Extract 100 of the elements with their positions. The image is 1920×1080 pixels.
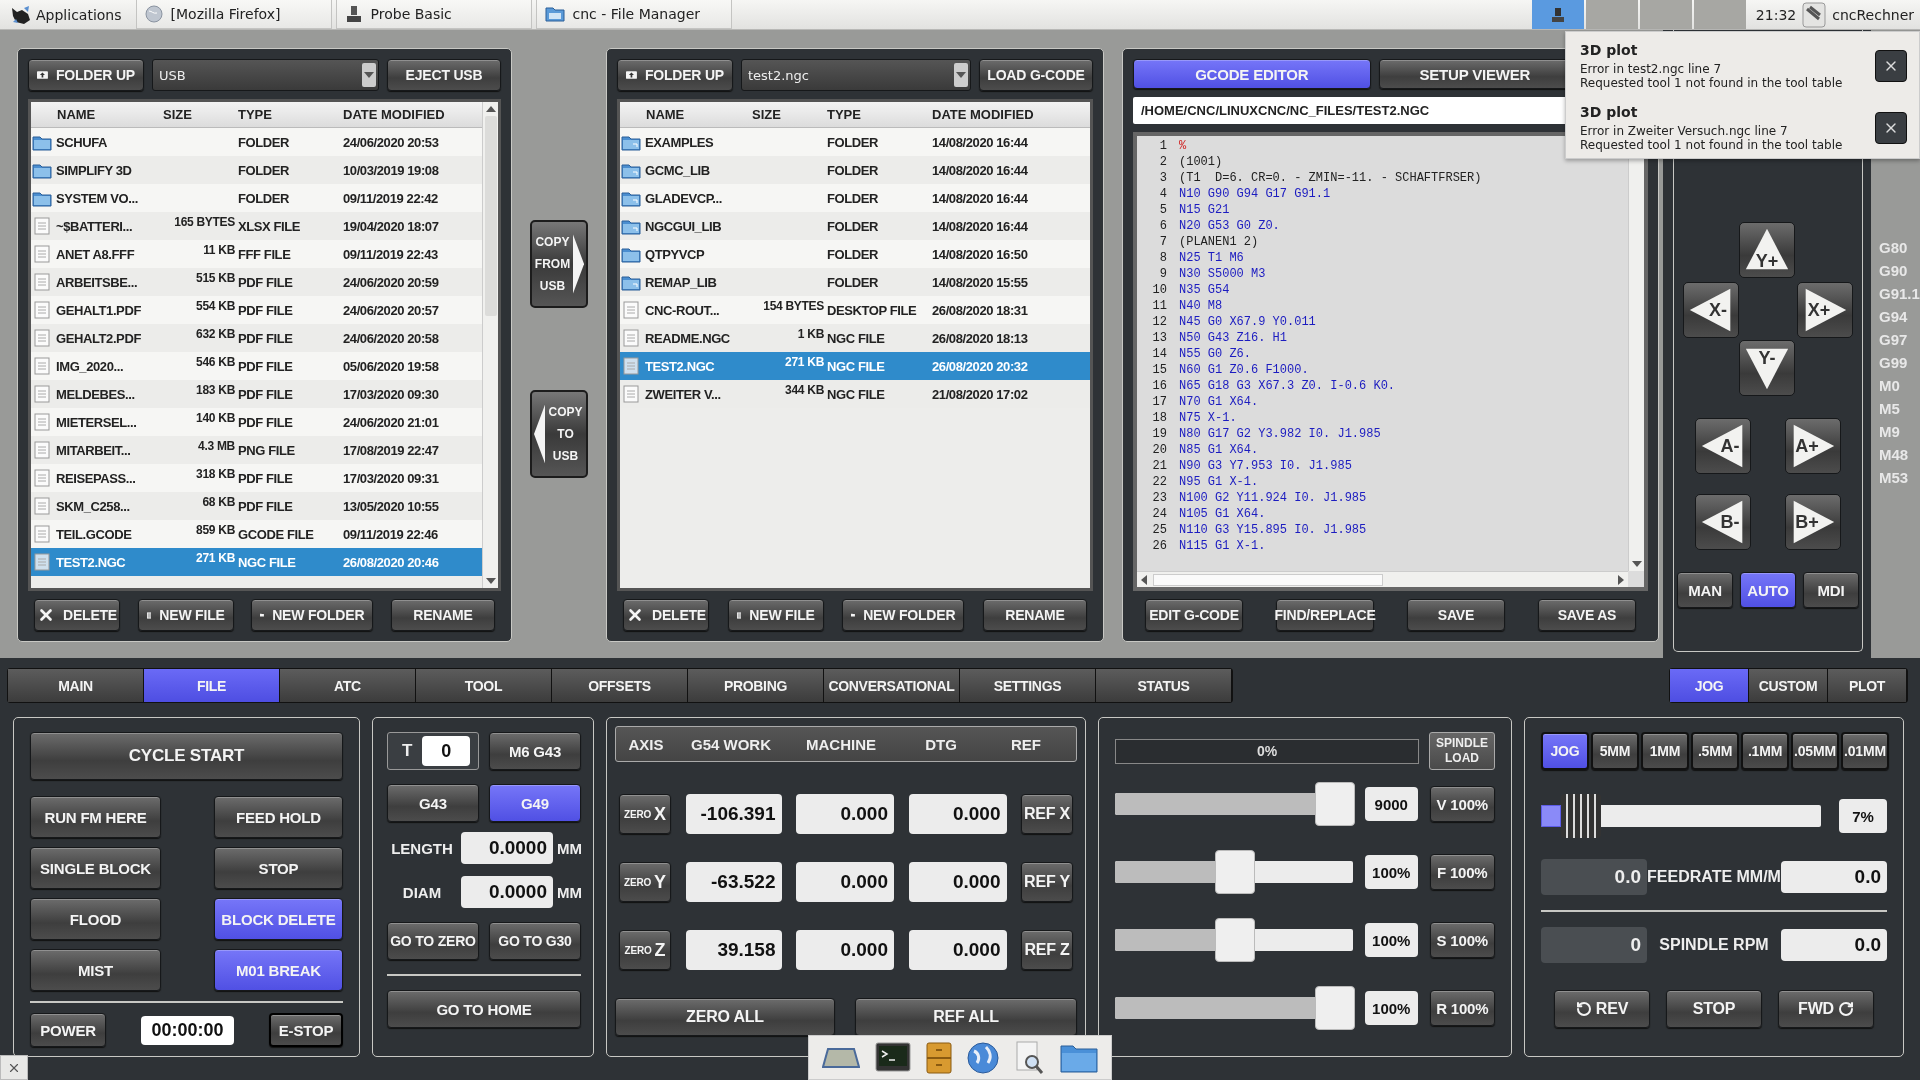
main-tab[interactable]: CONVERSATIONAL [824, 669, 960, 702]
main-tab[interactable]: PROBING [688, 669, 824, 702]
action-button[interactable]: LOAD G-CODE [979, 59, 1093, 91]
side-tab[interactable]: JOG [1670, 669, 1749, 702]
file-action-button[interactable]: NEW FILE [137, 599, 234, 631]
column-header[interactable]: DATE MODIFIED [932, 107, 1090, 122]
main-tab[interactable]: FILE [144, 669, 280, 702]
copy-button[interactable]: COPY TO USB [530, 390, 588, 478]
spindle-button[interactable]: STOP [1666, 990, 1762, 1028]
file-row[interactable]: MIETERSEL... 140 KB PDF FILE 24/06/2020 21:01 [31, 408, 482, 436]
file-row[interactable]: SCHUFA FOLDER 24/06/2020 20:53 [31, 128, 482, 156]
jog-speed-slider[interactable] [1541, 794, 1821, 838]
program-button[interactable]: FLOOD [30, 898, 161, 940]
program-button[interactable]: MIST [30, 949, 161, 991]
editor-button[interactable]: SAVE AS [1538, 599, 1636, 631]
program-button[interactable]: FEED HOLD [214, 796, 343, 838]
jog-increment-button[interactable]: .05MM [1791, 732, 1839, 770]
file-action-button[interactable]: NEW FOLDER [842, 599, 965, 631]
override-reset-button[interactable]: F 100% [1429, 854, 1495, 890]
ref-axis-button[interactable]: REF Y [1021, 862, 1073, 902]
main-tab[interactable]: SETTINGS [960, 669, 1096, 702]
power-button[interactable]: POWER [30, 1013, 106, 1047]
axis-arrow-button[interactable]: A+ [1785, 418, 1841, 474]
override-reset-button[interactable]: V 100% [1429, 786, 1495, 822]
spindle-button[interactable]: REV [1554, 990, 1650, 1028]
jog-increment-button[interactable]: 1MM [1641, 732, 1689, 770]
close-button[interactable] [0, 1055, 28, 1080]
program-button[interactable]: M01 BREAK [214, 949, 343, 991]
zero-axis-button[interactable]: ZERO X [619, 794, 671, 834]
column-header[interactable]: TYPE [827, 107, 929, 122]
column-header[interactable]: DATE MODIFIED [343, 107, 482, 122]
cycle-start-button[interactable]: CYCLE START [30, 732, 343, 780]
copy-button[interactable]: COPY FROM USB [530, 220, 588, 308]
zero-axis-button[interactable]: ZERO Z [619, 930, 671, 970]
override-reset-button[interactable]: S 100% [1429, 922, 1495, 958]
main-tab[interactable]: TOOL [416, 669, 552, 702]
axis-arrow-button[interactable]: Y+ [1739, 222, 1795, 278]
axis-arrow-button[interactable]: X- [1683, 282, 1739, 338]
spindle-load-button[interactable]: SPINDLE LOAD [1429, 732, 1495, 770]
editor-button[interactable]: SAVE [1407, 599, 1505, 631]
file-action-button[interactable]: RENAME [982, 599, 1087, 631]
file-row[interactable]: CNC-ROUT... 154 BYTES DESKTOP FILE 26/08/2020 18:31 [620, 296, 1090, 324]
file-row[interactable]: IMG_2020... 546 KB PDF FILE 05/06/2020 19:58 [31, 352, 482, 380]
axis-arrow-button[interactable]: A- [1695, 418, 1751, 474]
file-row[interactable]: REISEPASS... 318 KB PDF FILE 17/03/2020 09:31 [31, 464, 482, 492]
file-row[interactable]: GLADEVCP... FOLDER 14/08/2020 16:44 [620, 184, 1090, 212]
main-tab[interactable]: OFFSETS [552, 669, 688, 702]
file-row[interactable]: TEST2.NGC 271 KB NGC FILE 26/08/2020 20:46 [31, 548, 482, 576]
main-tab[interactable]: ATC [280, 669, 416, 702]
file-action-button[interactable]: RENAME [390, 599, 495, 631]
spindle-button[interactable]: FWD [1778, 990, 1874, 1028]
mode-button[interactable]: AUTO [1740, 572, 1796, 608]
override-slider[interactable] [1115, 918, 1353, 962]
axis-arrow-button[interactable]: X+ [1797, 282, 1853, 338]
program-button[interactable]: BLOCK DELETE [214, 898, 343, 940]
column-header[interactable]: NAME [620, 107, 749, 122]
override-slider[interactable] [1115, 850, 1353, 894]
workspace-button[interactable] [1531, 0, 1584, 29]
zero-all-button[interactable]: ZERO ALL [615, 998, 835, 1036]
go-to-button[interactable]: GO TO G30 [489, 922, 581, 960]
zero-axis-button[interactable]: ZERO Y [619, 862, 671, 902]
program-button[interactable]: STOP [214, 847, 343, 889]
go-to-button[interactable]: GO TO ZERO [387, 922, 479, 960]
taskbar-button[interactable]: Probe Basic [335, 0, 532, 29]
file-row[interactable]: TEST2.NGC 271 KB NGC FILE 26/08/2020 20:32 [620, 352, 1090, 380]
close-button[interactable] [1875, 112, 1907, 144]
mode-button[interactable]: MAN [1677, 572, 1733, 608]
estop-button[interactable]: E-STOP [269, 1013, 343, 1047]
override-reset-button[interactable]: R 100% [1429, 990, 1495, 1026]
file-action-button[interactable]: DELETE [34, 599, 120, 631]
ref-axis-button[interactable]: REF Z [1021, 930, 1073, 970]
folder-up-button[interactable]: FOLDER UP [617, 59, 733, 91]
file-row[interactable]: TEIL.GCODE 859 KB GCODE FILE 09/11/2019 22:46 [31, 520, 482, 548]
jog-increment-button[interactable]: .1MM [1741, 732, 1789, 770]
ref-all-button[interactable]: REF ALL [855, 998, 1077, 1036]
side-tab[interactable]: PLOT [1828, 669, 1907, 702]
applications-menu[interactable]: Applications [0, 0, 128, 29]
file-action-button[interactable]: NEW FOLDER [251, 599, 374, 631]
file-row[interactable]: SYSTEM VO... FOLDER 09/11/2019 22:42 [31, 184, 482, 212]
main-tab[interactable]: MAIN [8, 669, 144, 702]
override-slider[interactable] [1115, 782, 1353, 826]
action-button[interactable]: EJECT USB [387, 59, 501, 91]
dock-item[interactable] [1014, 1040, 1045, 1075]
editor-tab[interactable]: GCODE EDITOR [1133, 59, 1371, 89]
file-action-button[interactable]: NEW FILE [727, 599, 824, 631]
column-header[interactable]: SIZE [752, 107, 824, 122]
column-header[interactable]: SIZE [163, 107, 235, 122]
ref-axis-button[interactable]: REF X [1021, 794, 1073, 834]
jog-increment-button[interactable]: 5MM [1591, 732, 1639, 770]
scrollbar[interactable] [482, 102, 498, 588]
editor-button[interactable]: FIND/REPLACE [1276, 599, 1374, 631]
file-action-button[interactable]: DELETE [623, 599, 709, 631]
axis-arrow-button[interactable]: B- [1695, 494, 1751, 550]
taskbar-button[interactable]: cnc - File Manager [535, 0, 732, 29]
scrollbar[interactable] [1137, 571, 1628, 587]
tool-change-button[interactable]: M6 G43 [489, 732, 581, 770]
compensation-button[interactable]: G49 [489, 784, 581, 822]
close-button[interactable] [1875, 50, 1907, 82]
side-tab[interactable]: CUSTOM [1749, 669, 1828, 702]
column-header[interactable]: TYPE [238, 107, 340, 122]
